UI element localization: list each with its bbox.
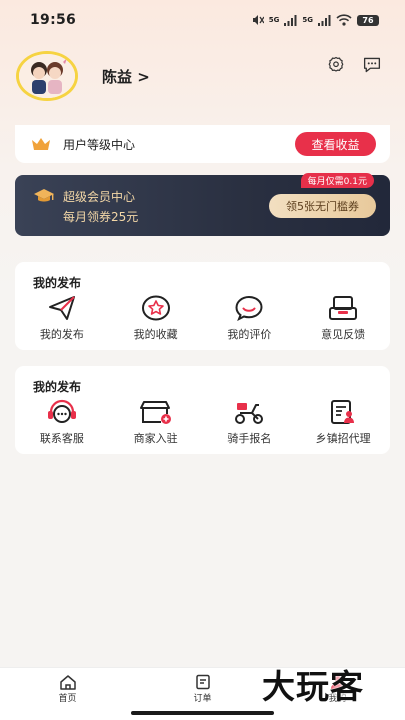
status-icons: 5G 5G 76 bbox=[250, 14, 379, 26]
avatar-image bbox=[19, 54, 75, 98]
chat-bubble-icon[interactable] bbox=[361, 54, 383, 76]
services-section: 我的发布 联系客服 商家入驻 骑手报名 乡镇招代理 bbox=[15, 366, 390, 454]
my-posts-section: 我的发布 我的发布 我的收藏 我的评价 意见反馈 bbox=[15, 262, 390, 350]
grid-item-customer-service[interactable]: 联系客服 bbox=[15, 398, 109, 446]
grid-label: 联系客服 bbox=[39, 432, 84, 445]
grid-label: 我的收藏 bbox=[133, 328, 178, 341]
grid-item-my-posts[interactable]: 我的发布 bbox=[15, 294, 109, 342]
vip-title: 超级会员中心 bbox=[63, 190, 136, 204]
vip-card[interactable]: 超级会员中心 每月领券25元 每月仅需0.1元 领5张无门槛券 bbox=[15, 173, 390, 236]
claim-coupons-button[interactable]: 领5张无门槛券 bbox=[269, 194, 376, 218]
profile-name[interactable]: 陈益 > bbox=[102, 66, 150, 87]
network-label-2: 5G bbox=[302, 16, 313, 24]
avatar[interactable] bbox=[16, 51, 78, 101]
scooter-icon bbox=[233, 398, 265, 426]
grid-item-town-agent[interactable]: 乡镇招代理 bbox=[296, 398, 390, 446]
signal-icon bbox=[284, 14, 297, 26]
home-icon bbox=[59, 675, 76, 690]
grid-item-reviews[interactable]: 我的评价 bbox=[203, 294, 297, 342]
feedback-box-icon bbox=[327, 294, 359, 322]
crown-icon bbox=[32, 138, 50, 150]
grid-label: 我的评价 bbox=[227, 328, 272, 341]
tab-label: 订单 bbox=[193, 694, 212, 704]
profile-header: 陈益 > bbox=[16, 50, 389, 102]
grid-item-favorites[interactable]: 我的收藏 bbox=[109, 294, 203, 342]
paper-plane-icon bbox=[46, 294, 78, 322]
status-time: 19:56 bbox=[30, 12, 77, 28]
battery-icon: 76 bbox=[357, 14, 379, 26]
section-title: 我的发布 bbox=[33, 276, 82, 290]
grid-item-rider-signup[interactable]: 骑手报名 bbox=[203, 398, 297, 446]
tab-home[interactable]: 首页 bbox=[0, 668, 135, 720]
grid-label: 意见反馈 bbox=[321, 328, 366, 341]
level-center-label: 用户等级中心 bbox=[63, 137, 136, 152]
profile-actions bbox=[325, 54, 383, 76]
agent-form-icon bbox=[327, 398, 359, 426]
store-icon bbox=[139, 398, 172, 426]
vip-price-badge: 每月仅需0.1元 bbox=[300, 173, 374, 188]
grid-label: 商家入驻 bbox=[133, 432, 178, 445]
order-icon bbox=[195, 674, 210, 690]
wifi-icon bbox=[336, 14, 352, 26]
grid-label: 骑手报名 bbox=[227, 432, 272, 445]
graduation-cap-icon bbox=[34, 189, 54, 202]
feature-grid: 联系客服 商家入驻 骑手报名 乡镇招代理 bbox=[15, 398, 390, 446]
headset-icon bbox=[46, 398, 78, 426]
mute-icon bbox=[252, 15, 264, 25]
grid-label: 乡镇招代理 bbox=[315, 432, 371, 445]
section-title: 我的发布 bbox=[33, 380, 82, 394]
status-bar: 19:56 5G 5G 76 bbox=[0, 0, 405, 40]
vip-subtitle: 每月领券25元 bbox=[63, 210, 139, 224]
feature-grid: 我的发布 我的收藏 我的评价 意见反馈 bbox=[15, 294, 390, 342]
signal-icon-2 bbox=[318, 14, 331, 26]
smile-chat-icon bbox=[233, 294, 265, 322]
tab-label: 首页 bbox=[58, 694, 77, 704]
grid-item-merchant-join[interactable]: 商家入驻 bbox=[109, 398, 203, 446]
view-earnings-button[interactable]: 查看收益 bbox=[295, 132, 376, 156]
level-card[interactable]: 用户等级中心 查看收益 bbox=[15, 125, 390, 163]
grid-label: 我的发布 bbox=[39, 328, 84, 341]
gear-icon[interactable] bbox=[325, 54, 347, 76]
star-icon bbox=[140, 294, 172, 322]
network-label: 5G bbox=[268, 16, 280, 24]
watermark: 大玩客 bbox=[262, 667, 364, 706]
home-indicator[interactable] bbox=[131, 711, 274, 715]
grid-item-feedback[interactable]: 意见反馈 bbox=[296, 294, 390, 342]
